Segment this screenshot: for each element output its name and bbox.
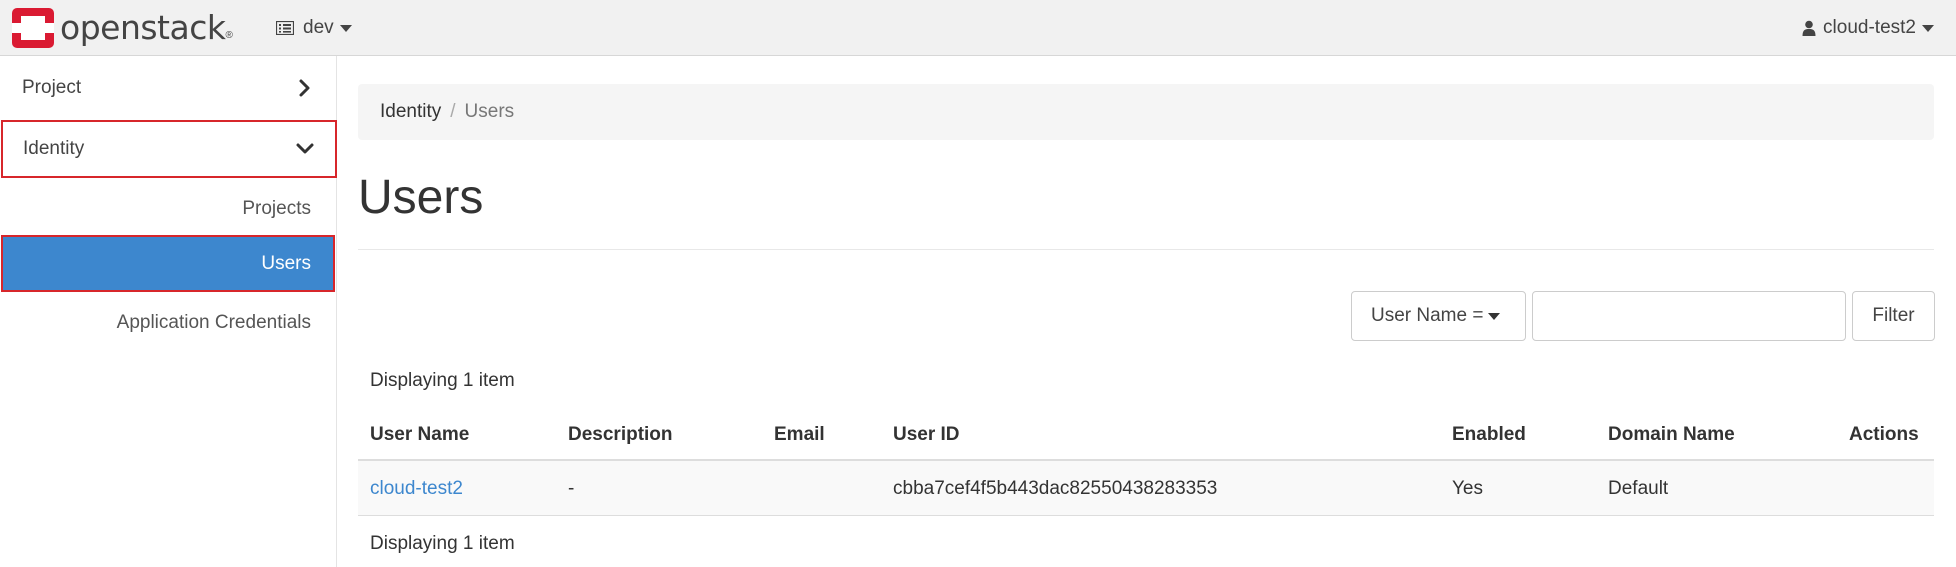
sidebar: Project Identity Projects Users Applicat… <box>0 56 337 567</box>
breadcrumb: Identity / Users <box>358 84 1934 140</box>
user-domain-name: Default <box>1608 478 1669 499</box>
breadcrumb-separator: / <box>450 101 456 122</box>
caret-down-icon <box>1922 24 1934 32</box>
openstack-logo[interactable]: openstack ® <box>12 8 233 48</box>
item-count-top: Displaying 1 item <box>370 370 515 391</box>
username: cloud-test2 <box>1823 17 1916 38</box>
caret-down-icon <box>339 24 352 32</box>
breadcrumb-current: Users <box>464 101 515 122</box>
column-header-actions: Actions <box>1849 424 1919 445</box>
project-name: dev <box>303 17 334 38</box>
filter-field-label: User Name = <box>1371 305 1484 326</box>
chevron-down-icon <box>296 143 314 154</box>
sidebar-section-identity[interactable]: Identity <box>1 120 337 178</box>
project-dropdown[interactable]: dev <box>276 14 352 42</box>
filter-field-dropdown[interactable]: User Name = <box>1351 291 1526 341</box>
column-header-description[interactable]: Description <box>568 424 673 446</box>
column-header-domain-name[interactable]: Domain Name <box>1608 424 1735 446</box>
column-header-user-id[interactable]: User ID <box>893 424 960 446</box>
logo-text: openstack <box>60 8 226 47</box>
sidebar-item-users[interactable]: Users <box>1 235 335 292</box>
breadcrumb-identity-link[interactable]: Identity <box>380 101 441 123</box>
list-icon <box>276 21 294 35</box>
sidebar-item-application-credentials[interactable]: Application Credentials <box>0 295 336 351</box>
sidebar-item-projects[interactable]: Projects <box>0 181 336 237</box>
caret-down-icon <box>1488 312 1501 320</box>
title-divider <box>358 249 1934 250</box>
user-menu-dropdown[interactable]: cloud-test2 <box>1802 14 1934 42</box>
column-header-email[interactable]: Email <box>774 424 825 446</box>
top-navbar: openstack ® dev cloud-test2 <box>0 0 1956 56</box>
user-icon <box>1802 20 1816 36</box>
table-row: cloud-test2 - cbba7cef4f5b443dac82550438… <box>358 461 1934 516</box>
column-header-enabled[interactable]: Enabled <box>1452 424 1526 446</box>
openstack-logo-icon <box>12 8 54 48</box>
chevron-right-icon <box>299 79 310 97</box>
user-description: - <box>568 478 575 499</box>
logo-registered-mark: ® <box>225 29 233 41</box>
filter-button[interactable]: Filter <box>1852 291 1935 341</box>
item-count-bottom: Displaying 1 item <box>370 533 515 554</box>
user-name-link[interactable]: cloud-test2 <box>370 478 463 500</box>
filter-input[interactable] <box>1532 291 1846 341</box>
column-header-user-name[interactable]: User Name <box>370 424 469 446</box>
sidebar-section-label: Identity <box>23 138 85 159</box>
table-header: User Name Description Email User ID Enab… <box>358 411 1934 461</box>
sidebar-section-project[interactable]: Project <box>0 60 336 116</box>
sidebar-section-label: Project <box>22 77 82 98</box>
user-enabled: Yes <box>1452 478 1483 499</box>
user-id: cbba7cef4f5b443dac82550438283353 <box>893 478 1218 499</box>
page-title: Users <box>358 171 484 224</box>
